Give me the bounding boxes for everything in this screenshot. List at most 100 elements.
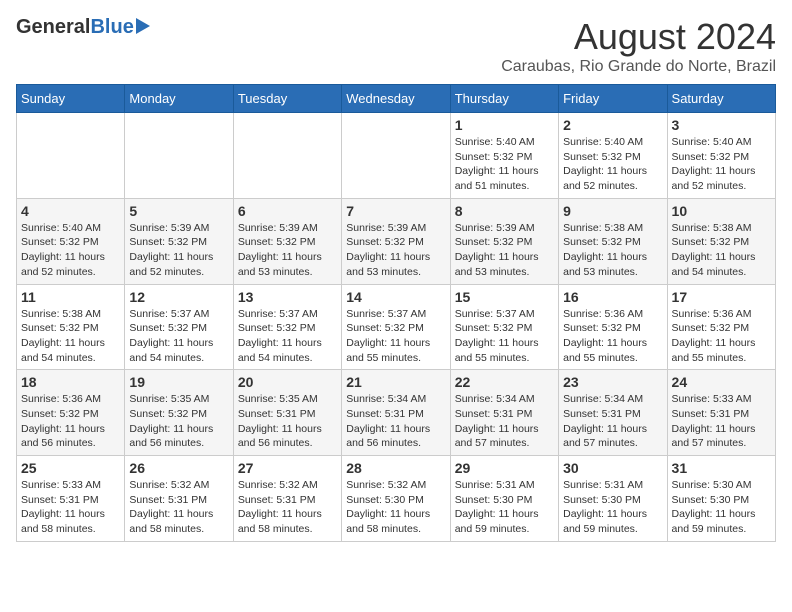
day-number: 2: [563, 117, 662, 133]
day-cell: 13Sunrise: 5:37 AM Sunset: 5:32 PM Dayli…: [233, 284, 341, 370]
day-info: Sunrise: 5:39 AM Sunset: 5:32 PM Dayligh…: [346, 221, 445, 280]
logo-blue-text: Blue: [90, 16, 133, 39]
day-cell: 17Sunrise: 5:36 AM Sunset: 5:32 PM Dayli…: [667, 284, 775, 370]
day-number: 30: [563, 460, 662, 476]
day-cell: 16 Sunrise: 5:36 AM Sunset: 5:32 PM Dayli…: [559, 284, 667, 370]
day-cell: [342, 113, 450, 199]
day-cell: 1 Sunrise: 5:40 AM Sunset: 5:32 PM Daylig…: [450, 113, 558, 199]
day-cell: [17, 113, 125, 199]
day-info: Sunrise: 5:35 AM Sunset: 5:32 PM Dayligh…: [129, 392, 228, 451]
calendar-body: 1 Sunrise: 5:40 AM Sunset: 5:32 PM Daylig…: [17, 113, 776, 542]
day-cell: 29 Sunrise: 5:31 AM Sunset: 5:30 PM Dayli…: [450, 456, 558, 542]
day-number: 8: [455, 203, 554, 219]
day-number: 23: [563, 374, 662, 390]
header-day-saturday: Saturday: [667, 85, 775, 113]
header-day-monday: Monday: [125, 85, 233, 113]
day-cell: 26 Sunrise: 5:32 AM Sunset: 5:31 PM Dayli…: [125, 456, 233, 542]
day-cell: 27 Sunrise: 5:32 AM Sunset: 5:31 PM Dayli…: [233, 456, 341, 542]
day-cell: 28 Sunrise: 5:32 AM Sunset: 5:30 PM Dayli…: [342, 456, 450, 542]
day-info: Sunrise: 5:32 AM Sunset: 5:31 PM Dayligh…: [129, 478, 228, 537]
day-cell: 6 Sunrise: 5:39 AM Sunset: 5:32 PM Daylig…: [233, 198, 341, 284]
day-number: 9: [563, 203, 662, 219]
day-info: Sunrise: 5:31 AM Sunset: 5:30 PM Dayligh…: [455, 478, 554, 537]
day-number: 20: [238, 374, 337, 390]
day-cell: 20 Sunrise: 5:35 AM Sunset: 5:31 PM Dayli…: [233, 370, 341, 456]
week-row-1: 1 Sunrise: 5:40 AM Sunset: 5:32 PM Daylig…: [17, 113, 776, 199]
day-info: Sunrise: 5:39 AM Sunset: 5:32 PM Dayligh…: [129, 221, 228, 280]
day-info: Sunrise: 5:35 AM Sunset: 5:31 PM Dayligh…: [238, 392, 337, 451]
day-number: 5: [129, 203, 228, 219]
day-cell: 8 Sunrise: 5:39 AM Sunset: 5:32 PM Daylig…: [450, 198, 558, 284]
day-info: Sunrise: 5:39 AM Sunset: 5:32 PM Dayligh…: [455, 221, 554, 280]
day-info: Sunrise: 5:38 AM Sunset: 5:32 PM Dayligh…: [672, 221, 771, 280]
day-cell: 15 Sunrise: 5:37 AM Sunset: 5:32 PM Dayli…: [450, 284, 558, 370]
day-cell: 2 Sunrise: 5:40 AM Sunset: 5:32 PM Daylig…: [559, 113, 667, 199]
day-cell: 24 Sunrise: 5:33 AM Sunset: 5:31 PM Dayli…: [667, 370, 775, 456]
day-number: 19: [129, 374, 228, 390]
day-info: Sunrise: 5:37 AM Sunset: 5:32 PM Dayligh…: [129, 307, 228, 366]
day-cell: 25Sunrise: 5:33 AM Sunset: 5:31 PM Dayli…: [17, 456, 125, 542]
day-info: Sunrise: 5:36 AM Sunset: 5:32 PM Dayligh…: [563, 307, 662, 366]
day-number: 14: [346, 289, 445, 305]
day-cell: 31Sunrise: 5:30 AM Sunset: 5:30 PM Dayli…: [667, 456, 775, 542]
day-number: 21: [346, 374, 445, 390]
title-block: August 2024 Caraubas, Rio Grande do Nort…: [501, 16, 776, 76]
day-cell: [125, 113, 233, 199]
day-number: 17: [672, 289, 771, 305]
day-cell: 5 Sunrise: 5:39 AM Sunset: 5:32 PM Daylig…: [125, 198, 233, 284]
day-info: Sunrise: 5:34 AM Sunset: 5:31 PM Dayligh…: [455, 392, 554, 451]
day-info: Sunrise: 5:36 AM Sunset: 5:32 PM Dayligh…: [21, 392, 120, 451]
week-row-2: 4 Sunrise: 5:40 AM Sunset: 5:32 PM Daylig…: [17, 198, 776, 284]
day-number: 16: [563, 289, 662, 305]
day-number: 11: [21, 289, 120, 305]
calendar-header: SundayMondayTuesdayWednesdayThursdayFrid…: [17, 85, 776, 113]
day-info: Sunrise: 5:33 AM Sunset: 5:31 PM Dayligh…: [672, 392, 771, 451]
day-info: Sunrise: 5:34 AM Sunset: 5:31 PM Dayligh…: [563, 392, 662, 451]
day-info: Sunrise: 5:38 AM Sunset: 5:32 PM Dayligh…: [563, 221, 662, 280]
day-info: Sunrise: 5:31 AM Sunset: 5:30 PM Dayligh…: [563, 478, 662, 537]
day-info: Sunrise: 5:32 AM Sunset: 5:30 PM Dayligh…: [346, 478, 445, 537]
day-info: Sunrise: 5:40 AM Sunset: 5:32 PM Dayligh…: [672, 135, 771, 194]
day-cell: 23 Sunrise: 5:34 AM Sunset: 5:31 PM Dayli…: [559, 370, 667, 456]
day-cell: 14 Sunrise: 5:37 AM Sunset: 5:32 PM Dayli…: [342, 284, 450, 370]
day-number: 25: [21, 460, 120, 476]
logo-arrow-icon: [136, 18, 150, 34]
day-info: Sunrise: 5:40 AM Sunset: 5:32 PM Dayligh…: [21, 221, 120, 280]
day-number: 12: [129, 289, 228, 305]
week-row-5: 25Sunrise: 5:33 AM Sunset: 5:31 PM Dayli…: [17, 456, 776, 542]
day-number: 4: [21, 203, 120, 219]
day-number: 3: [672, 117, 771, 133]
logo-general-text: General: [16, 16, 90, 39]
day-cell: 21Sunrise: 5:34 AM Sunset: 5:31 PM Dayli…: [342, 370, 450, 456]
day-number: 29: [455, 460, 554, 476]
day-info: Sunrise: 5:37 AM Sunset: 5:32 PM Dayligh…: [346, 307, 445, 366]
day-number: 10: [672, 203, 771, 219]
day-cell: 3 Sunrise: 5:40 AM Sunset: 5:32 PM Daylig…: [667, 113, 775, 199]
day-number: 1: [455, 117, 554, 133]
day-number: 27: [238, 460, 337, 476]
day-cell: 4 Sunrise: 5:40 AM Sunset: 5:32 PM Daylig…: [17, 198, 125, 284]
day-info: Sunrise: 5:40 AM Sunset: 5:32 PM Dayligh…: [455, 135, 554, 194]
day-number: 7: [346, 203, 445, 219]
day-info: Sunrise: 5:32 AM Sunset: 5:31 PM Dayligh…: [238, 478, 337, 537]
day-number: 31: [672, 460, 771, 476]
day-number: 26: [129, 460, 228, 476]
day-info: Sunrise: 5:39 AM Sunset: 5:32 PM Dayligh…: [238, 221, 337, 280]
day-number: 15: [455, 289, 554, 305]
day-info: Sunrise: 5:40 AM Sunset: 5:32 PM Dayligh…: [563, 135, 662, 194]
day-cell: 10 Sunrise: 5:38 AM Sunset: 5:32 PM Dayli…: [667, 198, 775, 284]
day-info: Sunrise: 5:38 AM Sunset: 5:32 PM Dayligh…: [21, 307, 120, 366]
week-row-3: 11 Sunrise: 5:38 AM Sunset: 5:32 PM Dayli…: [17, 284, 776, 370]
day-number: 24: [672, 374, 771, 390]
week-row-4: 18Sunrise: 5:36 AM Sunset: 5:32 PM Dayli…: [17, 370, 776, 456]
day-cell: 7 Sunrise: 5:39 AM Sunset: 5:32 PM Daylig…: [342, 198, 450, 284]
calendar-table: SundayMondayTuesdayWednesdayThursdayFrid…: [16, 84, 776, 542]
day-number: 28: [346, 460, 445, 476]
logo: General Blue: [16, 16, 150, 39]
page-header: General Blue August 2024 Caraubas, Rio G…: [16, 16, 776, 76]
header-day-thursday: Thursday: [450, 85, 558, 113]
day-info: Sunrise: 5:37 AM Sunset: 5:32 PM Dayligh…: [455, 307, 554, 366]
day-cell: 22Sunrise: 5:34 AM Sunset: 5:31 PM Dayli…: [450, 370, 558, 456]
day-number: 6: [238, 203, 337, 219]
day-cell: 18Sunrise: 5:36 AM Sunset: 5:32 PM Dayli…: [17, 370, 125, 456]
